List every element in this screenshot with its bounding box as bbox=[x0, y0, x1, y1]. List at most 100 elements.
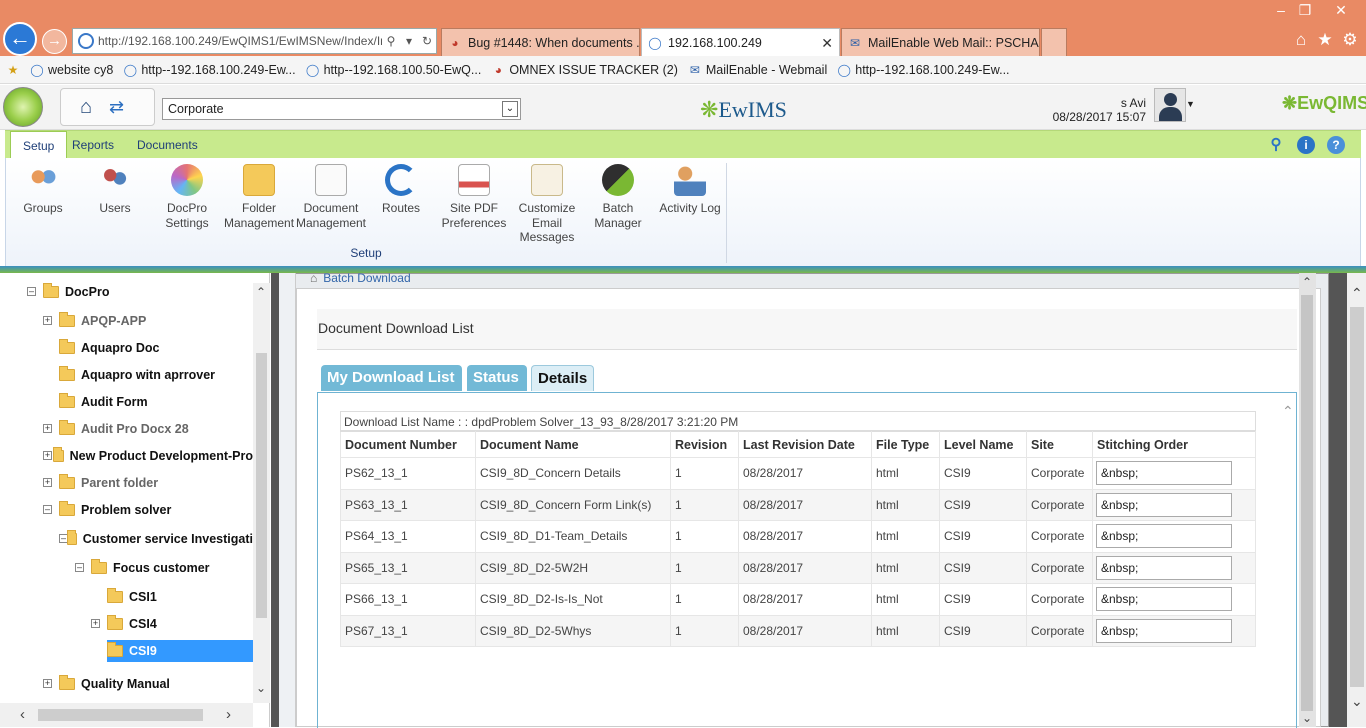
tree-node[interactable]: CSI1 bbox=[107, 586, 157, 608]
browser-tab-active[interactable]: ◯ 192.168.100.249 ✕ bbox=[641, 28, 840, 56]
back-button[interactable]: ← bbox=[3, 22, 37, 56]
docpro-settings-button[interactable]: DocPro Settings bbox=[156, 164, 218, 230]
search-icon[interactable]: ⚲ bbox=[382, 34, 400, 48]
close-tab-icon[interactable]: ✕ bbox=[821, 35, 833, 52]
stitching-order-input[interactable]: &nbsp; bbox=[1096, 587, 1232, 612]
user-menu-caret-icon[interactable]: ▼ bbox=[1186, 99, 1195, 109]
tree-node[interactable]: – Focus customer bbox=[75, 557, 210, 579]
tree-horizontal-scrollbar[interactable]: ‹ › bbox=[0, 703, 253, 727]
scroll-up-icon[interactable]: ⌃ bbox=[256, 285, 266, 299]
site: Corporate bbox=[1026, 488, 1093, 521]
favorite-item[interactable]: ◯ http--192.168.100.50-EwQ... bbox=[306, 63, 481, 77]
tab-setup[interactable]: Setup bbox=[10, 131, 68, 159]
groups-button[interactable]: Groups bbox=[20, 164, 66, 216]
add-favorites-icon[interactable]: ★ bbox=[6, 63, 24, 77]
dropdown-icon[interactable]: ▾ bbox=[400, 34, 418, 48]
stitching-order-input[interactable]: &nbsp; bbox=[1096, 492, 1232, 517]
expand-icon[interactable]: + bbox=[43, 478, 52, 487]
address-bar[interactable]: http://192.168.100.249/EwQIMS1/EwIMSNew/… bbox=[72, 28, 437, 54]
help-icon[interactable]: ? bbox=[1327, 136, 1345, 154]
folder-icon bbox=[59, 312, 75, 327]
document-management-button[interactable]: Document Management bbox=[294, 164, 368, 230]
new-tab-button[interactable] bbox=[1041, 28, 1067, 56]
favorite-item[interactable]: ✉ MailEnable - Webmail bbox=[688, 63, 827, 77]
expand-icon[interactable]: + bbox=[91, 619, 100, 628]
tree-node[interactable]: – Customer service Investigati bbox=[59, 528, 253, 550]
tab-status[interactable]: Status bbox=[467, 365, 527, 391]
tree-node[interactable]: + CSI4 bbox=[91, 613, 157, 635]
collapse-icon[interactable]: – bbox=[27, 287, 36, 296]
avatar[interactable] bbox=[1154, 88, 1186, 122]
collapse-icon[interactable]: – bbox=[43, 505, 52, 514]
scroll-left-icon[interactable]: ‹ bbox=[20, 706, 25, 723]
tree-vertical-scrollbar[interactable]: ⌃ ⌄ bbox=[253, 283, 270, 703]
expand-icon[interactable]: + bbox=[43, 424, 52, 433]
docpro-settings-icon bbox=[171, 164, 203, 196]
favorite-item[interactable]: ◯ website cy8 bbox=[30, 63, 113, 77]
site-pdf-preferences-button[interactable]: Site PDF Preferences bbox=[440, 164, 508, 230]
tree-node[interactable]: + Parent folder bbox=[43, 472, 158, 494]
chevron-up-icon[interactable]: ⌃ bbox=[1282, 403, 1294, 420]
tree-node-docpro[interactable]: – DocPro bbox=[27, 281, 109, 303]
customize-email-messages-button[interactable]: Customize Email Messages bbox=[514, 164, 580, 245]
info-icon[interactable]: i bbox=[1297, 136, 1315, 154]
last-revision-date: 08/28/2017 bbox=[738, 520, 872, 553]
tab-my-download-list[interactable]: My Download List bbox=[321, 365, 462, 391]
file-type: html bbox=[871, 583, 940, 616]
tab-details[interactable]: Details bbox=[531, 365, 594, 391]
scroll-down-icon[interactable]: ⌄ bbox=[1302, 711, 1312, 725]
dialog-vertical-scrollbar[interactable]: ⌃ ⌄ bbox=[1299, 273, 1316, 727]
maximize-button[interactable]: ❐ bbox=[1292, 0, 1318, 20]
app-logo-icon[interactable] bbox=[3, 87, 43, 127]
expand-icon[interactable]: + bbox=[43, 316, 52, 325]
expand-icon[interactable]: + bbox=[43, 679, 52, 688]
favorite-item[interactable]: ◯ http--192.168.100.249-Ew... bbox=[123, 63, 296, 77]
tree-node[interactable]: Aquapro witn aprrover bbox=[59, 364, 215, 386]
tree-node[interactable]: + New Product Development-Pro bbox=[43, 445, 253, 467]
gear-icon[interactable]: ⚙ bbox=[1340, 30, 1360, 50]
browser-tab-bug[interactable]: ◕ Bug #1448: When documents ... bbox=[441, 28, 640, 56]
folder-management-button[interactable]: Folder Management bbox=[224, 164, 294, 230]
favorite-item[interactable]: ◕ OMNEX ISSUE TRACKER (2) bbox=[491, 63, 678, 77]
activity-log-button[interactable]: Activity Log bbox=[654, 164, 726, 216]
routes-button[interactable]: Routes bbox=[378, 164, 424, 216]
stitching-order-input[interactable]: &nbsp; bbox=[1096, 555, 1232, 580]
refresh-icon[interactable]: ↻ bbox=[418, 34, 436, 48]
expand-icon[interactable]: + bbox=[43, 451, 52, 460]
tab-documents[interactable]: Documents bbox=[125, 131, 210, 159]
collapse-icon[interactable]: – bbox=[75, 563, 84, 572]
tree-node[interactable]: Audit Form bbox=[59, 391, 148, 413]
tab-reports[interactable]: Reports bbox=[60, 131, 126, 159]
stitching-order-input[interactable]: &nbsp; bbox=[1096, 461, 1232, 486]
home-icon[interactable]: ⌂ bbox=[1291, 30, 1311, 50]
scroll-up-icon[interactable]: ⌃ bbox=[1351, 285, 1363, 302]
close-window-button[interactable]: ✕ bbox=[1328, 0, 1354, 20]
tree-node[interactable]: – Problem solver bbox=[43, 499, 171, 521]
home-icon[interactable]: ⌂ bbox=[310, 271, 317, 285]
minimize-button[interactable]: – bbox=[1268, 0, 1294, 20]
pin-icon[interactable]: ⚲ bbox=[1267, 136, 1285, 154]
chevron-down-icon[interactable]: ⌄ bbox=[502, 101, 518, 117]
tree-node-selected[interactable]: CSI9 bbox=[107, 640, 253, 662]
favorites-star-icon[interactable]: ★ bbox=[1315, 30, 1335, 50]
address-url[interactable]: http://192.168.100.249/EwQIMS1/EwIMSNew/… bbox=[98, 34, 382, 48]
stitching-order-input[interactable]: &nbsp; bbox=[1096, 524, 1232, 549]
favorite-item[interactable]: ◯ http--192.168.100.249-Ew... bbox=[837, 63, 1010, 77]
page-vertical-scrollbar[interactable]: ⌃ ⌄ bbox=[1347, 273, 1366, 727]
tree-node[interactable]: Aquapro Doc bbox=[59, 337, 159, 359]
site-select[interactable]: Corporate ⌄ bbox=[162, 98, 521, 120]
stitching-order-input[interactable]: &nbsp; bbox=[1096, 618, 1232, 643]
home-icon[interactable]: ⌂ bbox=[80, 96, 92, 119]
scroll-down-icon[interactable]: ⌄ bbox=[1351, 693, 1363, 710]
tree-node[interactable]: + APQP-APP bbox=[43, 310, 146, 332]
refresh-icon[interactable]: ⇄ bbox=[109, 97, 124, 118]
tree-node[interactable]: + Audit Pro Docx 28 bbox=[43, 418, 189, 440]
scroll-up-icon[interactable]: ⌃ bbox=[1302, 275, 1312, 289]
scroll-right-icon[interactable]: › bbox=[226, 706, 231, 723]
tree-node[interactable]: + Quality Manual bbox=[43, 673, 170, 695]
browser-tab-mail[interactable]: ✉ MailEnable Web Mail:: PSCHA... bbox=[841, 28, 1040, 56]
batch-manager-button[interactable]: Batch Manager bbox=[590, 164, 646, 230]
forward-button[interactable]: → bbox=[42, 29, 67, 54]
scroll-down-icon[interactable]: ⌄ bbox=[256, 681, 266, 695]
users-button[interactable]: Users bbox=[92, 164, 138, 216]
